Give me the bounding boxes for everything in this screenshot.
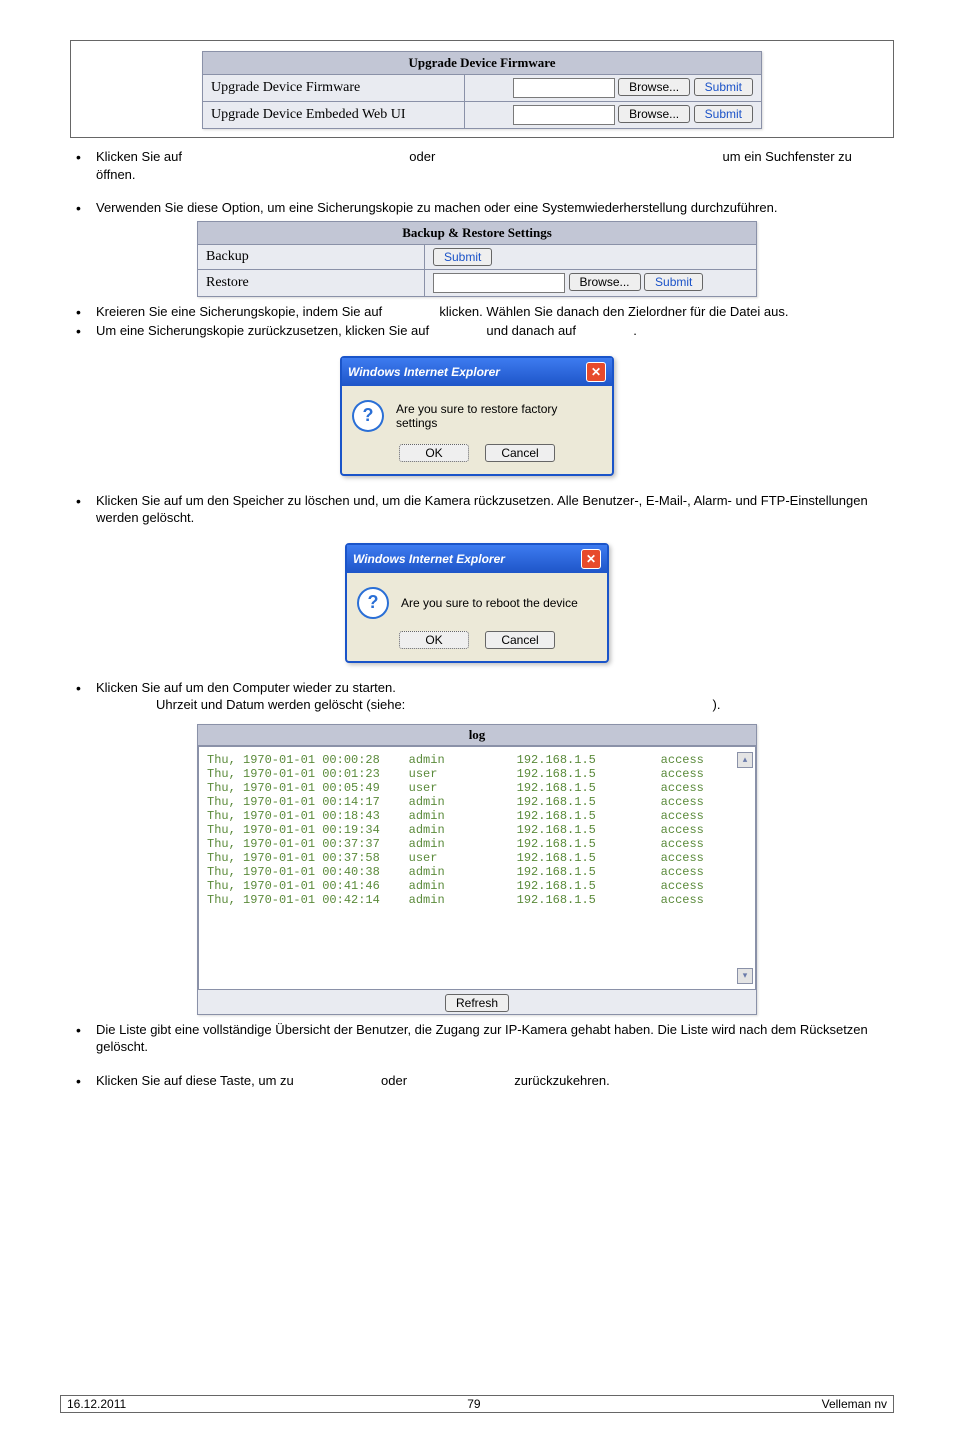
text: Um eine Sicherungskopie zurückzusetzen, … bbox=[96, 323, 429, 338]
restore-submit-button[interactable]: Submit bbox=[644, 273, 703, 291]
text: oder bbox=[381, 1073, 407, 1088]
text: Klicken Sie auf um den Speicher zu lösch… bbox=[96, 493, 868, 526]
bullet-list: Klicken Sie auf um den Speicher zu lösch… bbox=[72, 492, 894, 527]
list-item: Kreieren Sie eine Sicherungskopie, indem… bbox=[72, 303, 894, 321]
list-item: Um eine Sicherungskopie zurückzusetzen, … bbox=[72, 322, 894, 340]
reboot-confirm-dialog: Windows Internet Explorer ✕ ? Are you su… bbox=[345, 543, 609, 663]
close-icon[interactable]: ✕ bbox=[581, 549, 601, 569]
list-item: Klicken Sie auf oder um ein Suchfenster … bbox=[72, 148, 894, 183]
text: Die Liste gibt eine vollständige Übersic… bbox=[96, 1022, 868, 1055]
text: Klicken Sie auf diese Taste, um zu bbox=[96, 1073, 294, 1088]
log-panel: log ▴ Thu, 1970-01-01 00:00:28 admin 192… bbox=[197, 724, 757, 1015]
list-item: Klicken Sie auf um den Computer wieder z… bbox=[72, 679, 894, 714]
text: . bbox=[633, 323, 637, 338]
log-textarea[interactable]: Thu, 1970-01-01 00:00:28 admin 192.168.1… bbox=[198, 746, 756, 990]
bullet-list: Die Liste gibt eine vollständige Übersic… bbox=[72, 1021, 894, 1056]
scroll-up-icon[interactable]: ▴ bbox=[737, 752, 753, 768]
dialog-title-text: Windows Internet Explorer bbox=[353, 552, 505, 566]
question-icon: ? bbox=[352, 400, 384, 432]
upgrade-frame: Upgrade Device Firmware Upgrade Device F… bbox=[70, 40, 894, 138]
bullet-list: Verwenden Sie diese Option, um eine Sich… bbox=[72, 199, 894, 217]
submit-button[interactable]: Submit bbox=[694, 105, 753, 123]
dialog-titlebar: Windows Internet Explorer ✕ bbox=[342, 358, 612, 386]
list-item: Die Liste gibt eine vollständige Übersic… bbox=[72, 1021, 894, 1056]
upgrade-table: Upgrade Device Firmware Upgrade Device F… bbox=[202, 51, 762, 129]
dialog-message: Are you sure to reboot the device bbox=[401, 596, 578, 610]
list-item: Klicken Sie auf diese Taste, um zu oder … bbox=[72, 1072, 894, 1090]
footer-date: 16.12.2011 bbox=[67, 1397, 126, 1411]
upgrade-firmware-label: Upgrade Device Firmware bbox=[203, 75, 465, 102]
scroll-down-icon[interactable]: ▾ bbox=[737, 968, 753, 984]
close-icon[interactable]: ✕ bbox=[586, 362, 606, 382]
list-item: Klicken Sie auf um den Speicher zu lösch… bbox=[72, 492, 894, 527]
text: Uhrzeit und Datum werden gelöscht (siehe… bbox=[156, 697, 405, 712]
restore-file-input[interactable] bbox=[433, 273, 565, 293]
browse-button[interactable]: Browse... bbox=[618, 105, 690, 123]
page-footer: 16.12.2011 79 Velleman nv bbox=[60, 1395, 894, 1413]
browse-button[interactable]: Browse... bbox=[618, 78, 690, 96]
list-item: Verwenden Sie diese Option, um eine Sich… bbox=[72, 199, 894, 217]
bullet-list: Kreieren Sie eine Sicherungskopie, indem… bbox=[72, 303, 894, 340]
text: ). bbox=[713, 697, 721, 712]
table-row: Upgrade Device Embeded Web UI Browse... … bbox=[203, 102, 762, 129]
restore-confirm-dialog: Windows Internet Explorer ✕ ? Are you su… bbox=[340, 356, 614, 476]
bullet-list: Klicken Sie auf oder um ein Suchfenster … bbox=[72, 148, 894, 183]
text: Kreieren Sie eine Sicherungskopie, indem… bbox=[96, 304, 382, 319]
table-row: Restore Browse... Submit bbox=[198, 269, 757, 296]
footer-page: 79 bbox=[467, 1397, 480, 1411]
upgrade-header: Upgrade Device Firmware bbox=[203, 52, 762, 75]
text: und danach auf bbox=[486, 323, 576, 338]
cancel-button[interactable]: Cancel bbox=[485, 444, 555, 462]
dialog-titlebar: Windows Internet Explorer ✕ bbox=[347, 545, 607, 573]
ok-button[interactable]: OK bbox=[399, 444, 469, 462]
text: Klicken Sie auf bbox=[96, 149, 182, 164]
restore-label: Restore bbox=[198, 269, 425, 296]
firmware-file-input[interactable] bbox=[513, 78, 615, 98]
log-header: log bbox=[197, 724, 757, 746]
cancel-button[interactable]: Cancel bbox=[485, 631, 555, 649]
backup-header: Backup & Restore Settings bbox=[198, 221, 757, 244]
upgrade-webui-label: Upgrade Device Embeded Web UI bbox=[203, 102, 465, 129]
webui-file-input[interactable] bbox=[513, 105, 615, 125]
text: oder bbox=[409, 149, 435, 164]
footer-company: Velleman nv bbox=[822, 1397, 887, 1411]
text: Verwenden Sie diese Option, um eine Sich… bbox=[96, 200, 777, 215]
ok-button[interactable]: OK bbox=[399, 631, 469, 649]
text: zurückzukehren. bbox=[514, 1073, 609, 1088]
dialog-title-text: Windows Internet Explorer bbox=[348, 365, 500, 379]
text: klicken. Wählen Sie danach den Zielordne… bbox=[439, 304, 788, 319]
submit-button[interactable]: Submit bbox=[694, 78, 753, 96]
table-row: Backup Submit bbox=[198, 244, 757, 269]
table-row: Upgrade Device Firmware Browse... Submit bbox=[203, 75, 762, 102]
backup-submit-button[interactable]: Submit bbox=[433, 248, 492, 266]
dialog-message: Are you sure to restore factory settings bbox=[396, 402, 602, 430]
refresh-button[interactable]: Refresh bbox=[445, 994, 509, 1012]
browse-button[interactable]: Browse... bbox=[569, 273, 641, 291]
text: um ein Suchfenster zu öffnen. bbox=[96, 149, 852, 182]
text: Klicken Sie auf um den Computer wieder z… bbox=[96, 680, 396, 695]
bullet-list: Klicken Sie auf diese Taste, um zu oder … bbox=[72, 1072, 894, 1090]
question-icon: ? bbox=[357, 587, 389, 619]
backup-table: Backup & Restore Settings Backup Submit … bbox=[197, 221, 757, 297]
backup-label: Backup bbox=[198, 244, 425, 269]
bullet-list: Klicken Sie auf um den Computer wieder z… bbox=[72, 679, 894, 714]
